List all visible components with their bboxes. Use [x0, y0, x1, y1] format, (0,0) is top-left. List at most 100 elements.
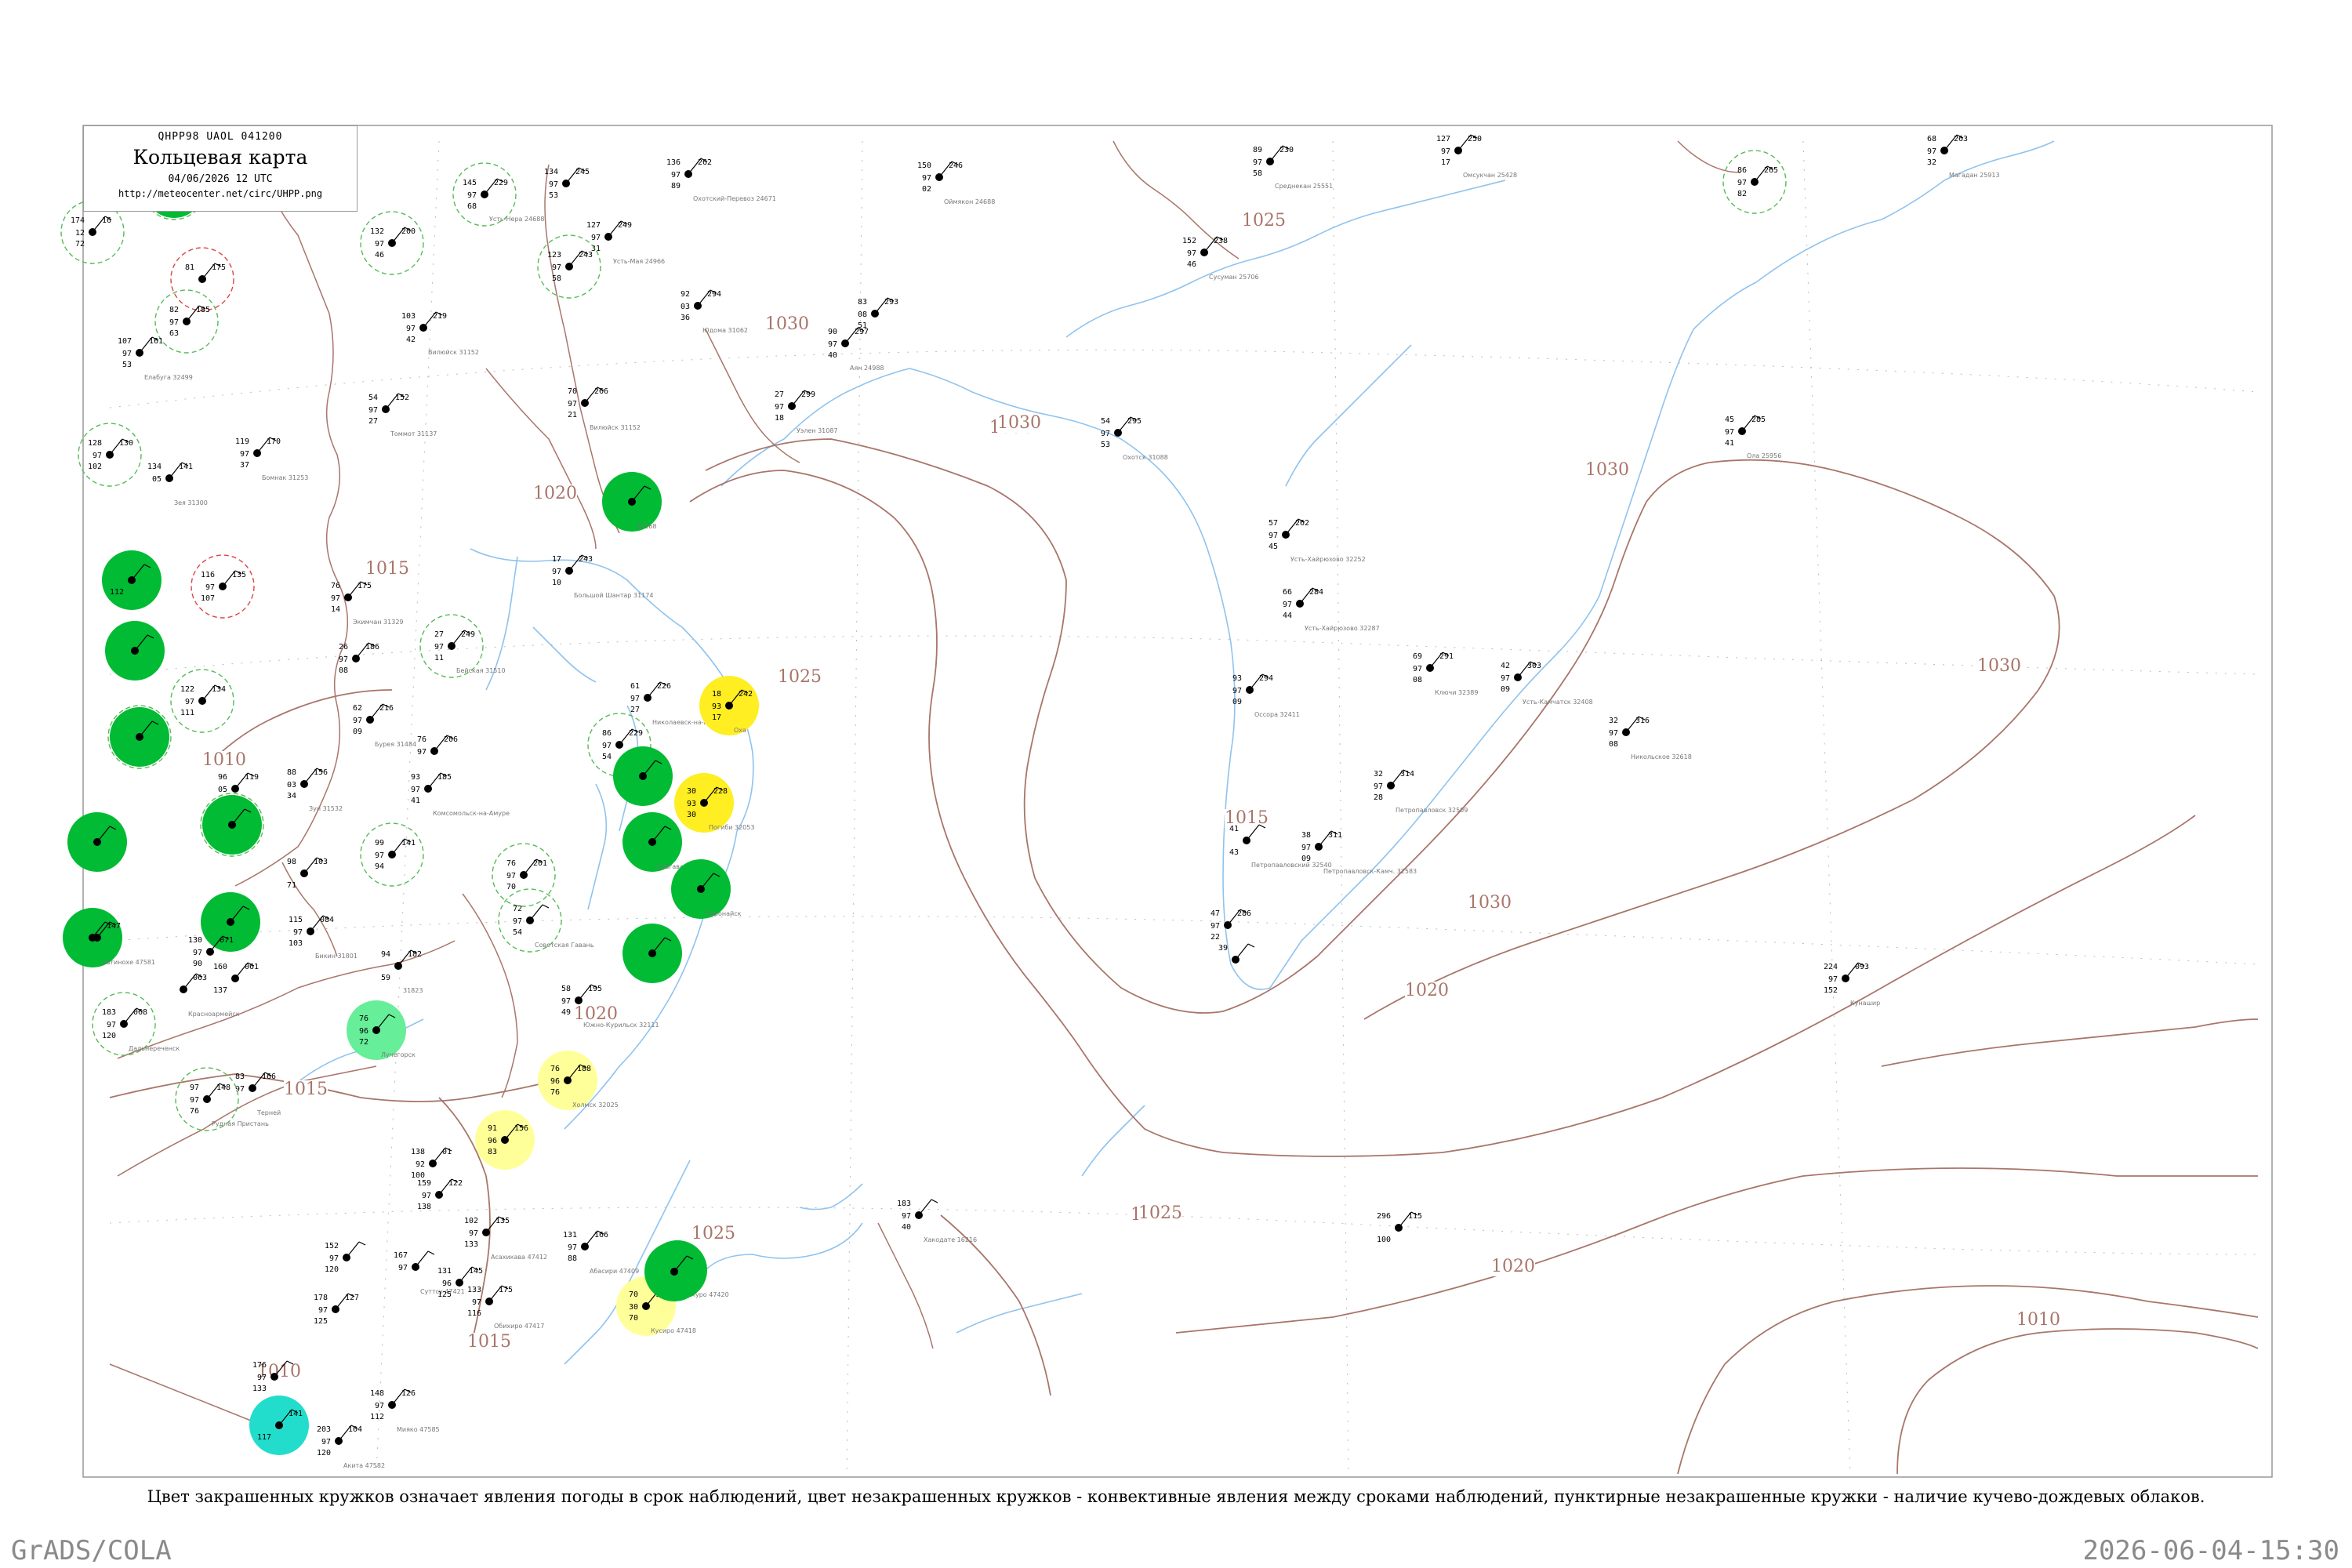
station-name: Среднекан 25551 [1275, 183, 1333, 190]
station-pressure: 126 [401, 1389, 416, 1398]
station-pressure: 293 [884, 298, 898, 307]
station-temperature: 76 [506, 859, 516, 868]
station-pressure: 166 [262, 1073, 276, 1081]
station-weather-code: 93 [712, 702, 721, 711]
station-name: Акита 47582 [343, 1462, 385, 1469]
station-dewpoint: 76 [550, 1088, 560, 1097]
station-s14: 909740297Аян 24988 [828, 327, 884, 372]
station-temperature: 32 [1609, 717, 1618, 725]
station-weather-code: 96 [359, 1027, 368, 1036]
station-name: Усть-Мая 24966 [613, 258, 665, 265]
station-temperature: 68 [1927, 135, 1936, 143]
station-weather-code: 97 [1210, 922, 1220, 931]
station-s30: 31168 [602, 472, 662, 532]
station-pressure: 200 [401, 227, 416, 236]
station-name: Омсукчан 25428 [1463, 172, 1517, 179]
station-weather-code: 97 [775, 403, 784, 412]
station-dewpoint: 120 [325, 1265, 339, 1274]
station-name: Поронайск [706, 910, 742, 917]
map-url[interactable]: http://meteocenter.net/circ/UHPP.png [84, 188, 357, 199]
station-weather-code: 97 [375, 240, 384, 249]
station-s22: 27 97 18 299 Уэлен 31087 [775, 390, 838, 434]
station-s2: 81 175 [170, 247, 234, 311]
station-weather-code: 97 [240, 450, 249, 459]
map-title: Кольцевая карта [132, 146, 308, 169]
station-temperature: 17 [552, 555, 561, 564]
station-temperature: 83 [235, 1073, 245, 1081]
station-s17: 89 97 58 230 Среднекан 25551 [1253, 145, 1333, 190]
station-s29: 119 97 37 170 Бомнак 31253 [235, 437, 308, 481]
station-temperature: 115 [289, 916, 303, 924]
station-name: Большой Шантар 31174 [574, 592, 654, 599]
station-weather-code: 97 [1441, 147, 1450, 156]
station-temperature: 69 [1413, 652, 1422, 661]
station-weather-code: 97 [375, 1402, 384, 1410]
station-pressure: 303 [1527, 662, 1541, 670]
station-dewpoint: 49 [561, 1008, 571, 1017]
station-s12: 103 97 42 219 Вилюйск 31152 [401, 311, 479, 356]
isobar-label: 1015 [467, 1332, 511, 1352]
station-name: Усть-Хайрюзово 32252 [1290, 556, 1366, 563]
wind-barb-feather [931, 1199, 938, 1203]
station-weather-code: 97 [630, 695, 640, 703]
coastlines [297, 140, 2055, 1365]
station-pressure: 266 [594, 387, 608, 396]
station-name: Погиби 32053 [709, 824, 754, 831]
station-weather-code: 97 [922, 174, 931, 183]
station-pressure: 130 [119, 439, 133, 448]
station-s49: 76 97 206 [417, 735, 458, 757]
station-temperature: 99 [375, 839, 384, 848]
station-dewpoint: 68 [467, 202, 477, 211]
station-dewpoint: 37 [240, 461, 249, 470]
station-s74: 94 59 182 31823 [381, 949, 423, 994]
station-pressure: 291 [1439, 652, 1454, 661]
station-name: Ключи 32389 [1435, 689, 1478, 696]
legend-caption: Цвет закрашенных кружков означает явлени… [147, 1487, 2205, 1506]
station-temperature: 61 [630, 682, 640, 691]
station-weather-code: 97 [513, 917, 522, 926]
station-s101: 148 97 112 126 Мияко 47585 [370, 1388, 440, 1433]
station-weather-code: 97 [417, 748, 426, 757]
station-weather-code: 97 [506, 872, 516, 880]
station-temperature: 131 [563, 1231, 577, 1240]
station-dewpoint: 46 [1187, 260, 1196, 269]
station-dewpoint: 138 [417, 1203, 431, 1211]
station-temperature: 159 [417, 1179, 431, 1188]
station-temperature: 131 [437, 1267, 452, 1276]
station-s9: 136 97 89 262 Охотский-Перевоз 24671 [666, 158, 776, 202]
station-temperature: 119 [235, 437, 249, 446]
station-temperature: 26 [339, 643, 348, 652]
station-dewpoint: 70 [629, 1314, 638, 1323]
isobar-label: 1030 [1468, 893, 1512, 913]
isobar-label: 1025 [1138, 1203, 1182, 1223]
station-pressure: 284 [1309, 588, 1323, 597]
station-s54: 93 97 41 185 Комсомольск-на-Амуре [411, 772, 510, 817]
station-temperature: 160 [213, 963, 227, 971]
station-weather-code: 97 [368, 406, 378, 415]
station-dewpoint: 88 [568, 1254, 577, 1263]
isobar-label: 1030 [1977, 656, 2021, 676]
station-s87: 102 97 133 135 Асахикава 47412 [464, 1216, 547, 1261]
wind-barb-feather [358, 1241, 366, 1246]
station-temperature: 102 [464, 1217, 478, 1225]
station-pressure: 093 [1855, 963, 1869, 971]
station-temperature: 138 [411, 1148, 425, 1156]
station-s24: 70 97 21 266 Вилюйск 31152 [568, 387, 641, 431]
station-dewpoint: 133 [252, 1385, 267, 1393]
station-dewpoint: 112 [370, 1413, 384, 1421]
station-weather-code: 97 [568, 400, 577, 408]
station-temperature: 296 [1377, 1212, 1391, 1221]
station-s100: 203 97 120 104 Акита 47582 [317, 1425, 385, 1469]
station-weather-code: 05 [218, 786, 227, 794]
station-dewpoint: 09 [1301, 855, 1311, 863]
station-s48: 62 97 09 216 Бурея 31484 [353, 703, 416, 748]
render-timestamp: 2026-06-04-15:30 [2082, 1535, 2339, 1566]
station-pressure: 141 [179, 463, 193, 471]
station-weather-code: 97 [602, 742, 612, 750]
station-weather-code: 97 [434, 643, 444, 652]
station-dewpoint: 28 [1374, 793, 1383, 802]
station-temperature: 134 [544, 168, 558, 176]
station-name: Абасири 47409 [590, 1268, 639, 1275]
station-weather-code: 97 [828, 340, 837, 349]
station-temperature: 88 [287, 768, 296, 777]
